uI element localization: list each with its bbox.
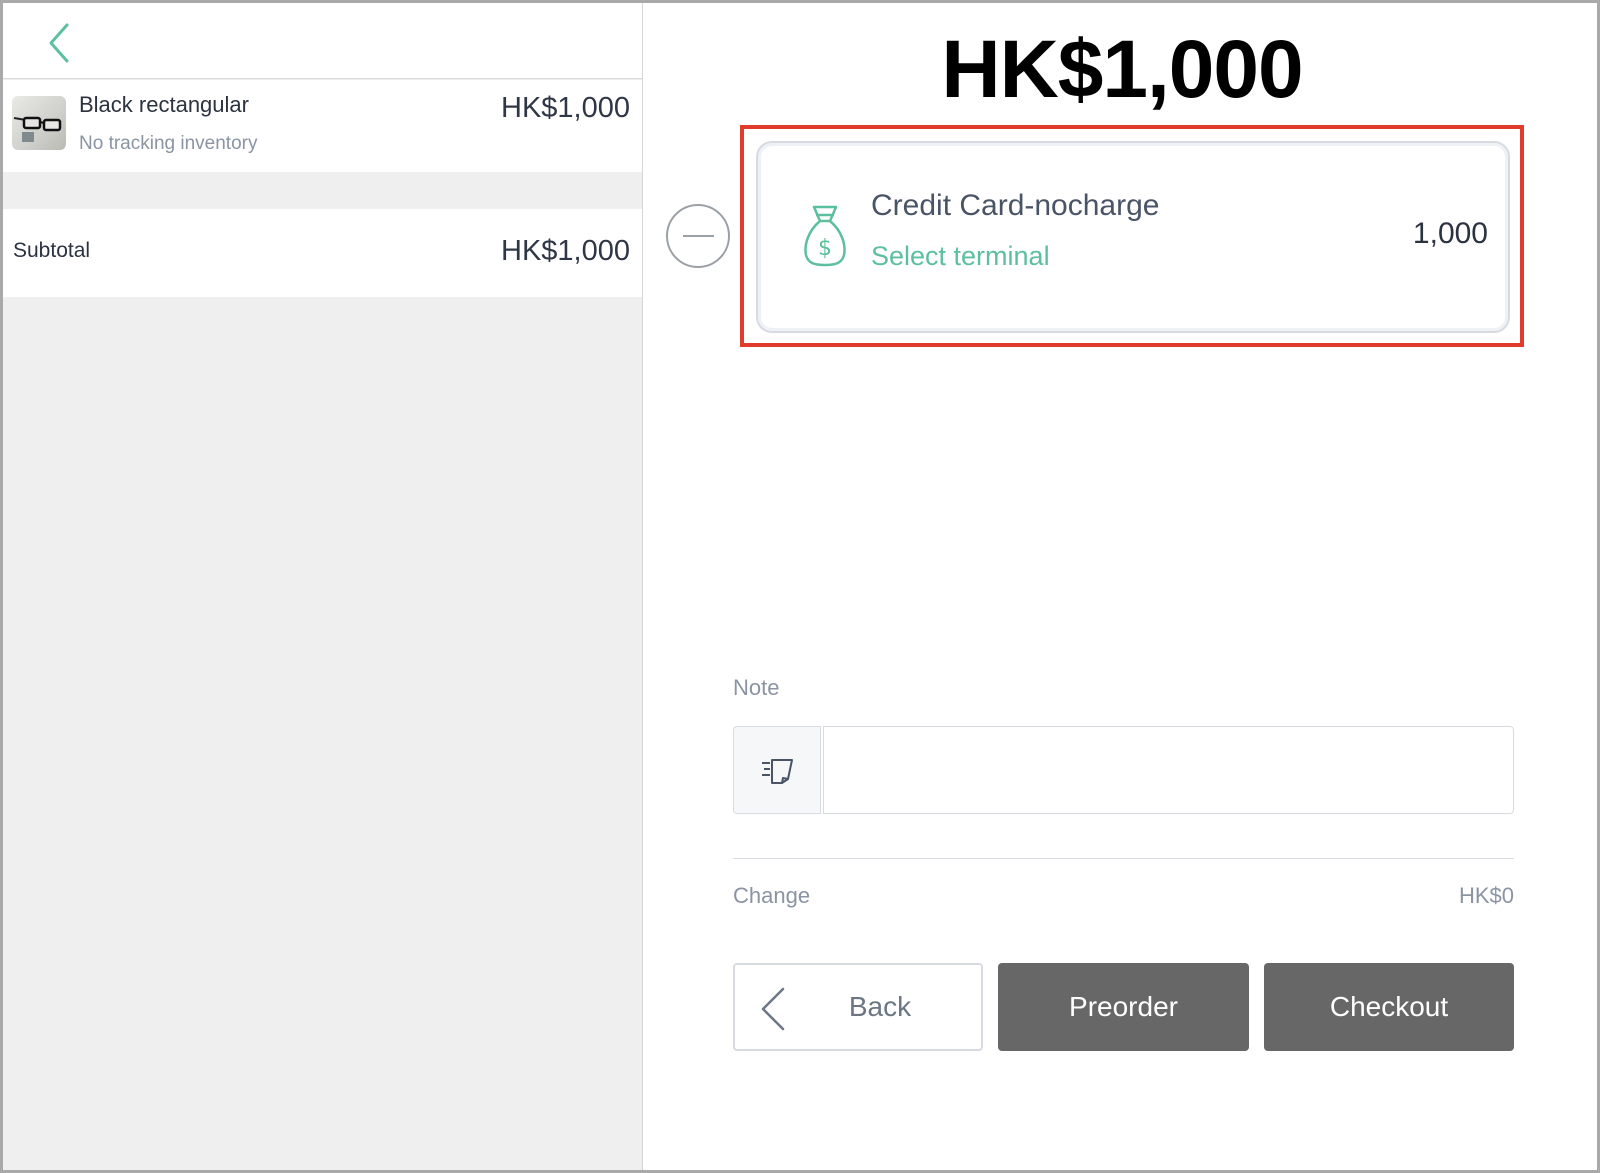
back-button-label: Back bbox=[848, 991, 912, 1022]
chevron-left-icon[interactable] bbox=[43, 21, 79, 65]
select-terminal-link[interactable]: Select terminal bbox=[871, 241, 1050, 272]
svg-text:$: $ bbox=[818, 236, 832, 261]
cart-item-row[interactable]: Black rectangular No tracking inventory … bbox=[3, 80, 642, 172]
chevron-left-icon bbox=[761, 987, 785, 1031]
remove-payment-button[interactable] bbox=[666, 204, 730, 268]
item-price: HK$1,000 bbox=[501, 92, 630, 124]
payment-method-name: Credit Card-nocharge bbox=[871, 189, 1160, 222]
order-total: HK$1,000 bbox=[941, 24, 1303, 115]
divider bbox=[733, 858, 1514, 859]
note-label: Note bbox=[733, 675, 780, 700]
preorder-button[interactable]: Preorder bbox=[998, 963, 1249, 1051]
payment-method-card[interactable]: $ Credit Card-nocharge Select terminal 1… bbox=[756, 141, 1510, 333]
note-icon bbox=[762, 759, 793, 784]
subtotal-value: HK$1,000 bbox=[501, 235, 630, 267]
cart-header bbox=[3, 3, 642, 79]
checkout-panel: HK$1,000 $ Credit Card-nocharge Select t… bbox=[644, 3, 1597, 1170]
checkout-button-label: Checkout bbox=[1329, 991, 1449, 1022]
minus-icon bbox=[683, 235, 714, 237]
back-button[interactable]: Back bbox=[733, 963, 983, 1051]
subtotal-row: Subtotal HK$1,000 bbox=[3, 209, 642, 297]
money-bag-icon: $ bbox=[804, 205, 846, 267]
app-window: Black rectangular No tracking inventory … bbox=[0, 0, 1600, 1173]
preorder-button-label: Preorder bbox=[1069, 991, 1178, 1022]
change-value: HK$0 bbox=[1458, 883, 1514, 908]
cart-panel: Black rectangular No tracking inventory … bbox=[3, 3, 643, 1170]
note-input[interactable] bbox=[823, 726, 1514, 814]
item-name: Black rectangular bbox=[79, 92, 249, 117]
eyeglasses-icon bbox=[12, 96, 66, 150]
payment-amount: 1,000 bbox=[1412, 217, 1488, 250]
subtotal-label: Subtotal bbox=[13, 239, 91, 262]
checkout-button[interactable]: Checkout bbox=[1264, 963, 1514, 1051]
item-inventory-status: No tracking inventory bbox=[79, 133, 258, 154]
change-label: Change bbox=[733, 883, 811, 908]
note-icon-box bbox=[733, 726, 821, 814]
